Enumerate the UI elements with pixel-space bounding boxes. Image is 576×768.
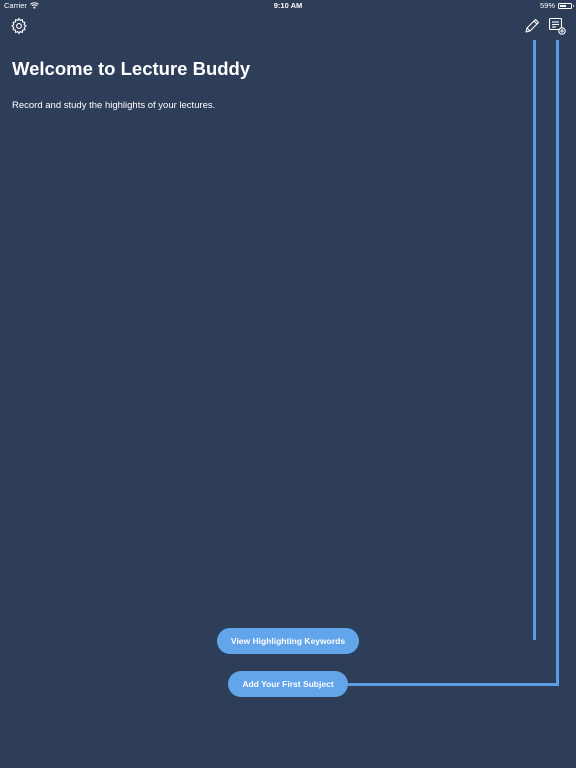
edit-button[interactable] <box>523 17 541 35</box>
page-subtitle: Record and study the highlights of your … <box>12 100 216 111</box>
battery-icon <box>558 2 574 9</box>
pencil-icon <box>525 18 540 33</box>
view-keywords-button[interactable]: View Highlighting Keywords <box>217 628 359 654</box>
gear-icon <box>11 17 27 35</box>
add-subject-icon <box>548 17 566 35</box>
subject-guide-connector <box>347 683 559 686</box>
status-bar: Carrier 9:10 AM 59% <box>0 0 576 12</box>
battery-fill <box>560 4 566 7</box>
edit-guide-line <box>533 40 536 640</box>
settings-button[interactable] <box>10 17 28 35</box>
add-subject-button[interactable] <box>547 16 567 36</box>
subject-guide-line <box>556 40 559 686</box>
battery-percent: 59% <box>539 1 555 10</box>
add-first-subject-button[interactable]: Add Your First Subject <box>228 671 348 697</box>
battery-indicator: 59% <box>539 1 574 10</box>
page-title: Welcome to Lecture Buddy <box>12 58 251 79</box>
status-time: 9:10 AM <box>273 1 303 10</box>
